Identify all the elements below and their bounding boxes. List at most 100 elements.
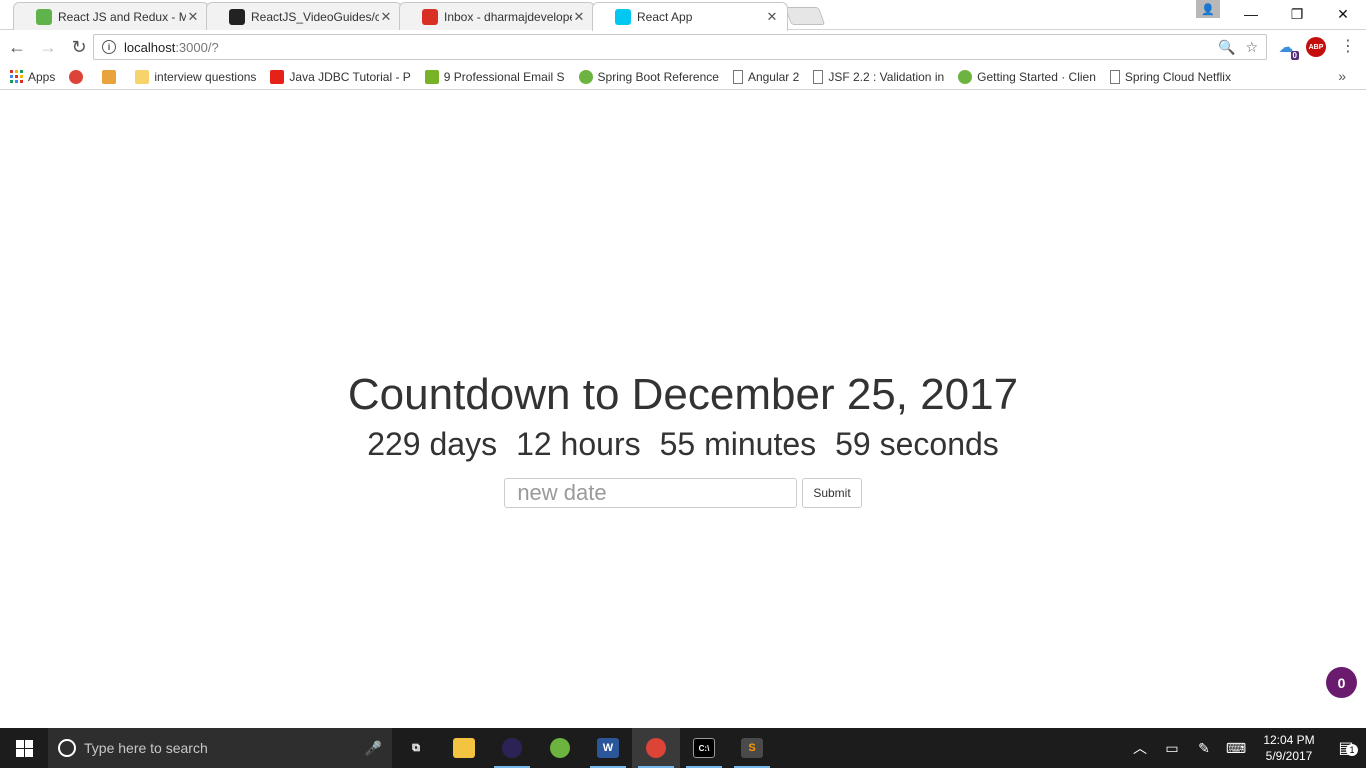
chrome-icon: [646, 738, 666, 758]
flash-icon: [102, 69, 117, 84]
keyboard-icon[interactable]: ⌨: [1220, 740, 1252, 757]
tab-close-icon[interactable]: ✕: [379, 9, 393, 25]
address-bar[interactable]: i localhost:3000/? 🔍 ☆: [93, 34, 1267, 60]
browser-tab[interactable]: Inbox - dharmajdevelope ✕: [399, 2, 595, 30]
system-tray: ︿ ▭ ✎ ⌨ 12:04 PM 5/9/2017 ▤1: [1124, 728, 1366, 768]
page-viewport: Countdown to December 25, 2017 229 days …: [0, 91, 1366, 728]
browser-tab-strip: React JS and Redux - Ma ✕ ReactJS_VideoGui…: [0, 0, 1366, 31]
apps-icon: [9, 70, 23, 84]
tab-close-icon[interactable]: ✕: [186, 9, 200, 25]
tray-overflow-icon[interactable]: ︿: [1124, 738, 1156, 758]
new-date-input[interactable]: [504, 478, 798, 508]
file-explorer-icon: [453, 738, 475, 758]
start-button[interactable]: [0, 728, 48, 768]
bookmark-item[interactable]: Angular 2: [732, 69, 799, 84]
chrome-icon: [69, 69, 84, 84]
zoom-icon[interactable]: 🔍: [1218, 39, 1235, 56]
tab-close-icon[interactable]: ✕: [765, 9, 779, 25]
countdown-clock: 229 days 12 hours 55 minutes 59 seconds: [0, 424, 1366, 464]
forward-button[interactable]: →: [34, 33, 62, 61]
countdown-app: Countdown to December 25, 2017 229 days …: [0, 368, 1366, 508]
task-view-icon: ⧉: [412, 741, 420, 754]
battery-icon[interactable]: ▭: [1156, 740, 1188, 757]
system-clock[interactable]: 12:04 PM 5/9/2017: [1252, 732, 1326, 764]
back-button[interactable]: ←: [3, 33, 31, 61]
extension-badge: 0: [1290, 51, 1299, 60]
clock-time: 12:04 PM: [1263, 733, 1315, 747]
bookmark-item[interactable]: [102, 69, 121, 84]
bookmark-label: 9 Professional Email S: [443, 69, 565, 84]
browser-tab[interactable]: React App ✕: [592, 2, 788, 31]
bookmark-item[interactable]: Getting Started · Clien: [958, 69, 1096, 84]
url-path: :3000/?: [175, 39, 219, 55]
jsf-icon: [813, 69, 824, 84]
taskbar-app[interactable]: S: [728, 728, 776, 768]
tab-close-icon[interactable]: ✕: [572, 9, 586, 25]
bookmark-label: interview questions: [154, 69, 257, 84]
bookmark-item[interactable]: Apps: [9, 70, 55, 84]
url-host: localhost: [124, 39, 176, 55]
ghostery-extension-icon[interactable]: ☁ 0: [1276, 37, 1299, 60]
close-window-button[interactable]: ✕: [1320, 0, 1366, 28]
restore-button[interactable]: ❐: [1274, 0, 1320, 28]
bookmark-item[interactable]: Spring Cloud Netflix: [1109, 69, 1231, 84]
bookmarks-overflow-button[interactable]: »: [1338, 68, 1346, 84]
github-icon: [229, 8, 245, 25]
taskbar-app[interactable]: [536, 728, 584, 768]
taskbar-app[interactable]: ⧉: [392, 728, 440, 768]
countdown-title: Countdown to December 25, 2017: [347, 370, 1019, 419]
cortana-icon: [58, 739, 76, 757]
clock-seconds: 59 seconds: [835, 426, 999, 462]
clock-minutes: 55 minutes: [659, 426, 817, 462]
gmail-icon: [422, 8, 438, 25]
action-center-icon[interactable]: ▤1: [1326, 738, 1366, 758]
windows-taskbar: Type here to search 🎤 ⧉ W C:\ S ︿ ▭ ✎ ⌨ 12:…: [0, 728, 1366, 768]
browser-menu-button[interactable]: ⋮: [1340, 37, 1356, 57]
spring-icon: [578, 69, 593, 84]
bookmark-item[interactable]: [69, 69, 88, 84]
clock-date: 5/9/2017: [1265, 749, 1313, 763]
browser-toolbar: ← → ↻ i localhost:3000/? 🔍 ☆ ☁ 0 ABP ⋮: [0, 30, 1366, 64]
bookmark-item[interactable]: Spring Boot Reference: [578, 69, 719, 84]
submit-button[interactable]: Submit: [802, 478, 862, 508]
bookmark-label: Getting Started · Clien: [977, 69, 1096, 84]
notification-count: 1: [1346, 744, 1358, 756]
pen-icon[interactable]: ✎: [1188, 740, 1220, 757]
eclipse-icon: [502, 738, 522, 758]
youtube-icon: [270, 69, 285, 84]
floating-notification-badge[interactable]: 0: [1326, 667, 1357, 698]
taskbar-app[interactable]: [488, 728, 536, 768]
minimize-button[interactable]: —: [1228, 0, 1274, 28]
taskbar-app[interactable]: W: [584, 728, 632, 768]
bookmark-item[interactable]: interview questions: [135, 69, 257, 84]
folder-icon: [135, 69, 150, 84]
taskbar-app[interactable]: C:\: [680, 728, 728, 768]
tab-title: React App: [637, 10, 693, 24]
bookmark-item[interactable]: 9 Professional Email S: [424, 69, 565, 84]
microphone-icon[interactable]: 🎤: [365, 740, 382, 757]
sublime-icon: S: [741, 738, 763, 758]
profile-icon[interactable]: 👤: [1196, 0, 1220, 18]
site-info-icon[interactable]: i: [102, 40, 116, 54]
bookmark-label: Java JDBC Tutorial - P: [289, 69, 411, 84]
new-tab-button[interactable]: [784, 7, 826, 25]
window-controls: — ❐ ✕: [1228, 0, 1366, 30]
windows-logo-icon: [15, 739, 33, 757]
bookmark-item[interactable]: JSF 2.2 : Validation in: [813, 69, 944, 84]
tab-title: ReactJS_VideoGuides/co: [251, 9, 379, 24]
taskbar-search[interactable]: Type here to search 🎤: [48, 728, 392, 768]
bookmark-item[interactable]: Java JDBC Tutorial - P: [270, 69, 411, 84]
taskbar-app[interactable]: [632, 728, 680, 768]
browser-tab[interactable]: ReactJS_VideoGuides/co ✕: [206, 2, 402, 30]
taskbar-app[interactable]: [440, 728, 488, 768]
reload-button[interactable]: ↻: [65, 33, 93, 61]
clock-days: 229 days: [367, 426, 498, 462]
adblock-extension-icon[interactable]: ABP: [1306, 37, 1326, 57]
react-icon: [615, 9, 631, 25]
bookmark-star-icon[interactable]: ☆: [1245, 39, 1258, 56]
tab-title: Inbox - dharmajdevelope: [444, 9, 572, 24]
browser-tab[interactable]: React JS and Redux - Ma ✕: [13, 2, 209, 30]
terminal-icon: C:\: [693, 738, 715, 758]
bookmarks-bar: Apps interview questions Java JDBC Tutoria…: [0, 64, 1366, 90]
bookmark-label: Spring Boot Reference: [597, 69, 719, 84]
